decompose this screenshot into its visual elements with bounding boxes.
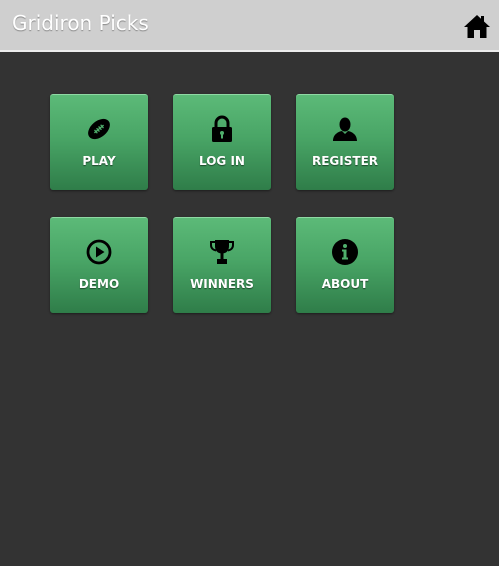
play-label: PLAY [82,154,116,168]
demo-tile-button[interactable]: DEMO [50,217,148,313]
play-tile-button[interactable]: PLAY [50,94,148,190]
trophy-icon [210,240,234,264]
home-icon [464,15,490,38]
info-icon [332,239,358,265]
app-screen: Gridiron Picks PLAY LOG IN REGISTER DEMO… [0,0,499,566]
demo-label: DEMO [78,277,120,291]
football-icon [88,118,110,140]
app-header: Gridiron Picks [0,0,499,52]
user-icon [333,117,357,141]
login-label: LOG IN [199,154,245,168]
app-title: Gridiron Picks [12,11,149,35]
winners-label: WINNERS [190,277,254,291]
register-tile-button[interactable]: REGISTER [296,94,394,190]
about-tile-button[interactable]: ABOUT [296,217,394,313]
lock-icon [212,115,232,142]
register-label: REGISTER [311,154,379,168]
home-button[interactable] [461,10,493,42]
about-label: ABOUT [321,277,369,291]
play-circle-icon [86,239,112,265]
login-tile-button[interactable]: LOG IN [173,94,271,190]
winners-tile-button[interactable]: WINNERS [173,217,271,313]
